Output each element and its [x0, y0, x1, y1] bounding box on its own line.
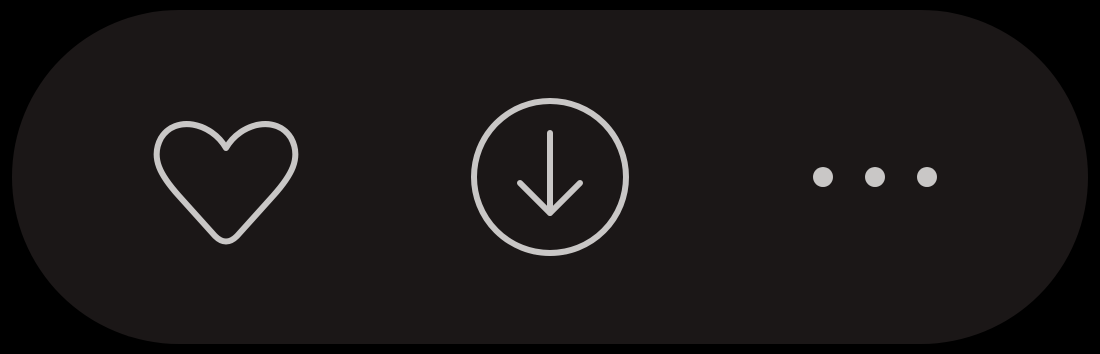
like-button[interactable]: [138, 10, 314, 344]
heart-icon: [153, 120, 299, 244]
download-button[interactable]: [460, 10, 640, 344]
action-bar: [12, 10, 1088, 344]
more-options-button[interactable]: [800, 10, 950, 344]
download-icon: [471, 98, 629, 256]
more-horizontal-icon: [813, 167, 937, 187]
